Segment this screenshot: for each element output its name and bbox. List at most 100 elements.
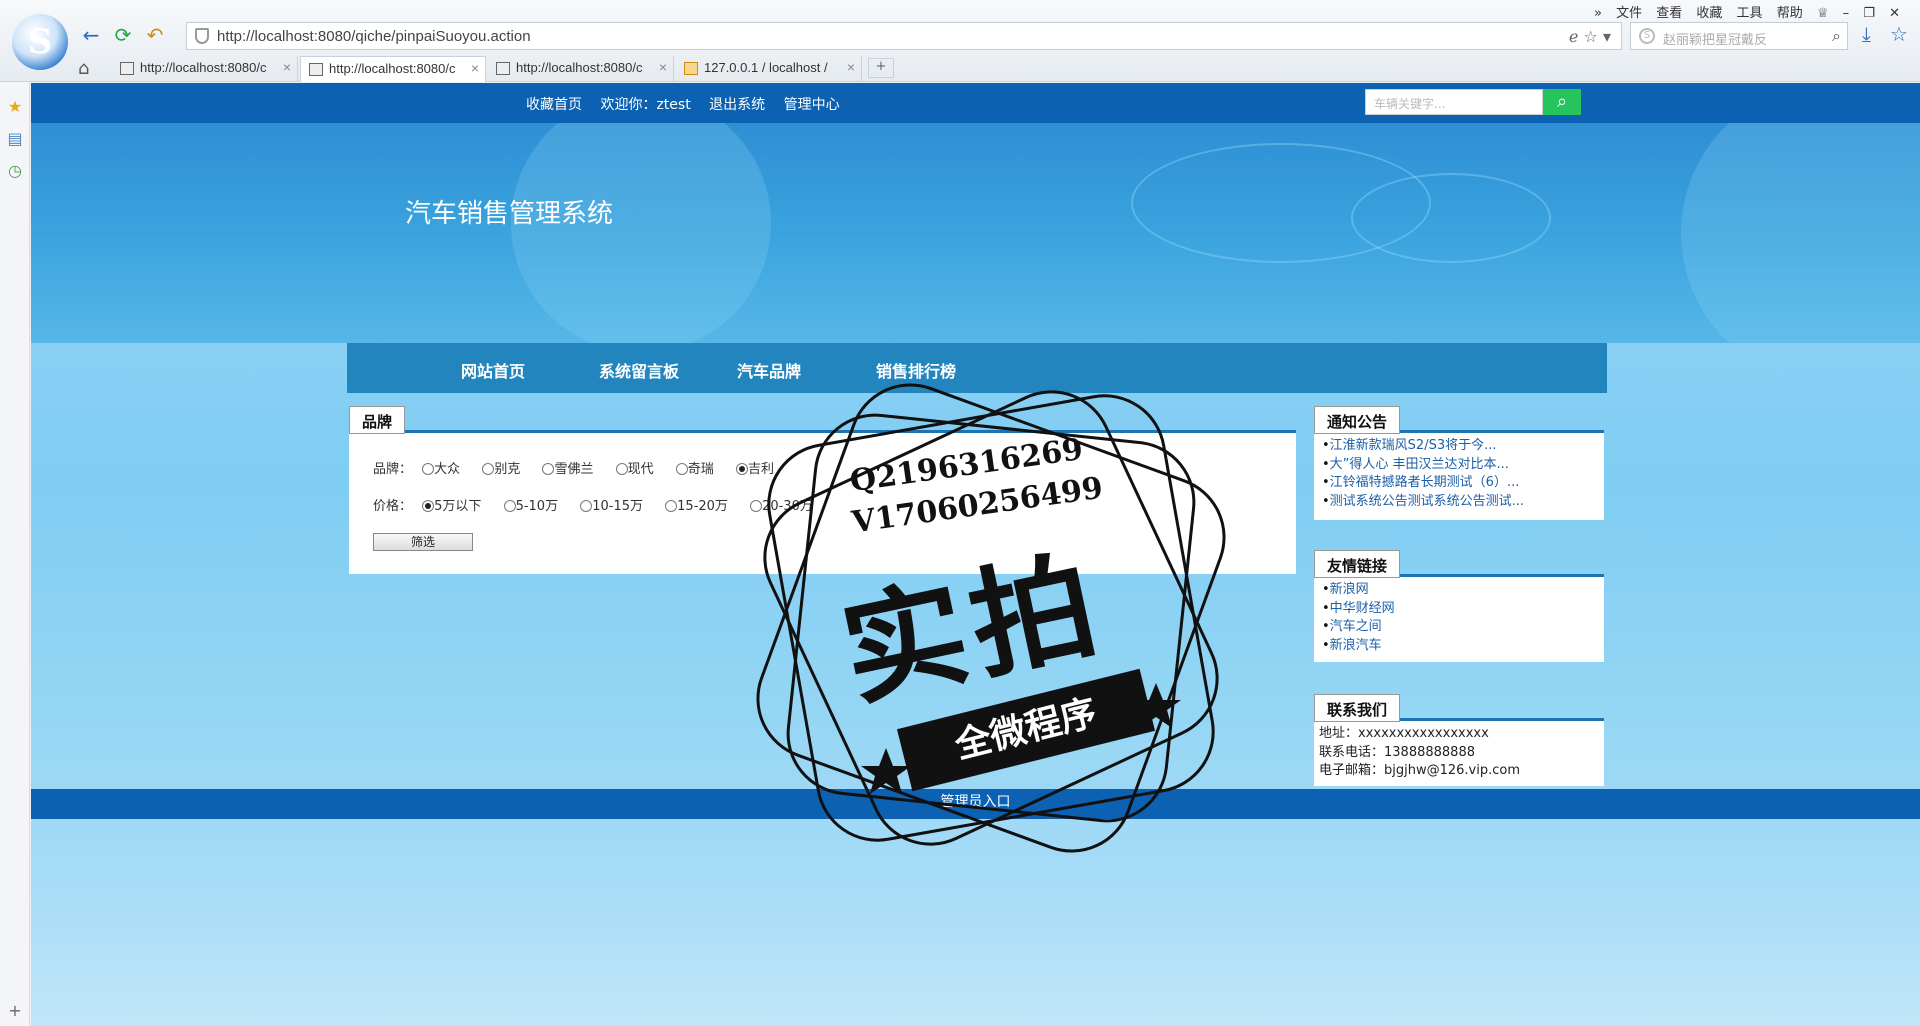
friend-link-item[interactable]: •中华财经网: [1322, 600, 1395, 619]
reading-list-icon[interactable]: ▤: [6, 130, 24, 148]
tab-close-icon[interactable]: ×: [847, 59, 855, 75]
notice-item[interactable]: •江铃福特撼路者长期测试（6）...: [1322, 474, 1524, 493]
site-top-bar: 收藏首页 欢迎你：ztest 退出系统 管理中心 车辆关键字... ⌕: [31, 83, 1920, 123]
brand-panel-tab: 品牌: [349, 406, 406, 434]
brand-option-qirui[interactable]: 奇瑞: [670, 462, 714, 477]
tab-close-icon[interactable]: ×: [283, 59, 291, 75]
brand-filter-panel: 品牌： 大众 别克 雪佛兰 现代 奇瑞 吉利 价格： 5万以下 5-10万 10…: [349, 430, 1296, 574]
contact-info: 地址：xxxxxxxxxxxxxxxxx 联系电话：13888888888 电子…: [1319, 725, 1520, 781]
search-icon[interactable]: ⌕: [1832, 26, 1841, 46]
page-favicon-icon: [120, 62, 134, 75]
contact-email: 电子邮箱：bjgjhw@126.vip.com: [1319, 763, 1520, 778]
new-tab-button[interactable]: +: [868, 58, 894, 78]
bookmark-home-link[interactable]: 收藏首页: [526, 97, 582, 113]
tools-star-icon[interactable]: ☆: [1890, 22, 1908, 46]
menu-help[interactable]: 帮助: [1777, 6, 1803, 21]
nav-car-brands[interactable]: 汽车品牌: [737, 358, 801, 382]
brand-option-bieke[interactable]: 别克: [476, 462, 520, 477]
search-icon[interactable]: ⌕: [1543, 89, 1581, 115]
favorite-star-icon[interactable]: ℯ ☆ ▾: [1569, 27, 1611, 46]
price-option-under-5[interactable]: 5万以下: [416, 499, 481, 514]
friend-link-item[interactable]: •新浪汽车: [1322, 637, 1395, 656]
radio-button[interactable]: [482, 463, 495, 475]
phpmyadmin-favicon-icon: [684, 62, 698, 75]
menu-favorites[interactable]: 收藏: [1696, 6, 1722, 21]
skin-icon[interactable]: ♕: [1817, 6, 1829, 21]
price-option-10-15[interactable]: 10-15万: [574, 499, 643, 514]
radio-button[interactable]: [665, 500, 678, 512]
friend-link-item[interactable]: •汽车之间: [1322, 618, 1395, 637]
price-label: 价格：: [373, 499, 413, 514]
brand-option-jili[interactable]: 吉利: [730, 462, 774, 477]
tab-label: http://localhost:8080/c: [329, 61, 456, 76]
brand-label: 品牌：: [373, 462, 413, 477]
friend-links-list: •新浪网 •中华财经网 •汽车之间 •新浪汽车: [1322, 581, 1395, 655]
nav-guestbook[interactable]: 系统留言板: [599, 358, 679, 382]
radio-button[interactable]: [542, 463, 555, 475]
home-icon[interactable]: ⌂: [78, 58, 89, 79]
radio-button[interactable]: [750, 500, 763, 512]
browser-tab-1[interactable]: http://localhost:8080/c ×: [112, 56, 298, 82]
admin-center-link[interactable]: 管理中心: [784, 97, 840, 113]
price-option-15-20[interactable]: 15-20万: [659, 499, 728, 514]
browser-search-box[interactable]: S 赵丽颖把星冠戴反 ⌕: [1630, 22, 1848, 50]
friend-links-tab: 友情链接: [1314, 550, 1401, 578]
brand-option-xuefolan[interactable]: 雪佛兰: [536, 462, 593, 477]
site-title: 汽车销售管理系统: [405, 199, 614, 229]
menu-more-icon[interactable]: »: [1594, 6, 1602, 21]
menu-view[interactable]: 查看: [1656, 6, 1682, 21]
radio-button[interactable]: [422, 463, 435, 475]
vehicle-search-input[interactable]: 车辆关键字...: [1365, 89, 1543, 115]
history-clock-icon[interactable]: ◷: [6, 162, 24, 180]
nav-home[interactable]: 网站首页: [461, 358, 525, 382]
contact-panel: 地址：xxxxxxxxxxxxxxxxx 联系电话：13888888888 电子…: [1314, 718, 1604, 786]
banner: 汽车销售管理系统: [31, 123, 1920, 343]
radio-button[interactable]: [615, 463, 628, 475]
price-option-5-10[interactable]: 5-10万: [498, 499, 558, 514]
page-favicon-icon: [496, 62, 510, 75]
friend-link-item[interactable]: •新浪网: [1322, 581, 1395, 600]
site-footer: 管理员入口: [31, 789, 1920, 819]
radio-button[interactable]: [503, 500, 516, 512]
menu-file[interactable]: 文件: [1616, 6, 1642, 21]
stamp-ribbon: 全微程序: [896, 668, 1156, 792]
minimize-icon[interactable]: –: [1843, 6, 1850, 21]
notice-item[interactable]: •江淮新款瑞风S2/S3将于今...: [1322, 437, 1524, 456]
banner-decoration: [1351, 173, 1551, 263]
back-icon[interactable]: ←: [78, 22, 104, 48]
browser-sidebar: ★ ▤ ◷ +: [0, 82, 30, 1026]
address-bar[interactable]: http://localhost:8080/qiche/pinpaiSuoyou…: [186, 22, 1622, 50]
filter-button[interactable]: 筛选: [373, 533, 473, 551]
price-option-20-30[interactable]: 20-30万: [744, 499, 813, 514]
browser-chrome: S ← ⟳ ↶ http://localhost:8080/qiche/pinp…: [0, 0, 1920, 82]
close-window-icon[interactable]: ✕: [1889, 6, 1900, 21]
tab-close-icon[interactable]: ×: [471, 60, 479, 76]
download-icon[interactable]: ⤓: [1862, 22, 1871, 46]
admin-login-link[interactable]: 管理员入口: [941, 794, 1011, 810]
tab-close-icon[interactable]: ×: [659, 59, 667, 75]
notice-item[interactable]: •大”得人心 丰田汉兰达对比本...: [1322, 456, 1524, 475]
notice-item[interactable]: •测试系统公告测试系统公告测试...: [1322, 493, 1524, 512]
brand-option-xiandai[interactable]: 现代: [610, 462, 654, 477]
brand-row: 品牌： 大众 别克 雪佛兰 现代 奇瑞 吉利: [373, 458, 786, 477]
browser-tab-3[interactable]: http://localhost:8080/c ×: [488, 56, 674, 82]
browser-logo-icon: S: [12, 14, 68, 70]
radio-button-selected[interactable]: [422, 500, 435, 512]
restore-icon[interactable]: ❐: [1863, 6, 1875, 21]
browser-tab-4[interactable]: 127.0.0.1 / localhost / ×: [676, 56, 862, 82]
refresh-icon[interactable]: ⟳: [110, 22, 136, 48]
price-row: 价格： 5万以下 5-10万 10-15万 15-20万 20-30万: [373, 495, 825, 514]
undo-icon[interactable]: ↶: [142, 22, 168, 48]
url-text[interactable]: http://localhost:8080/qiche/pinpaiSuoyou…: [217, 28, 531, 45]
sidebar-add-icon[interactable]: +: [6, 1002, 24, 1020]
banner-decoration: [1681, 123, 1920, 343]
logout-link[interactable]: 退出系统: [709, 97, 765, 113]
radio-button[interactable]: [580, 500, 593, 512]
brand-option-dazhong[interactable]: 大众: [416, 462, 460, 477]
nav-sales-ranking[interactable]: 销售排行榜: [876, 358, 956, 382]
browser-tab-2[interactable]: http://localhost:8080/c ×: [300, 56, 486, 82]
menu-tools[interactable]: 工具: [1737, 6, 1763, 21]
radio-button[interactable]: [675, 463, 688, 475]
favorites-star-icon[interactable]: ★: [6, 98, 24, 116]
radio-button-selected[interactable]: [735, 463, 748, 475]
